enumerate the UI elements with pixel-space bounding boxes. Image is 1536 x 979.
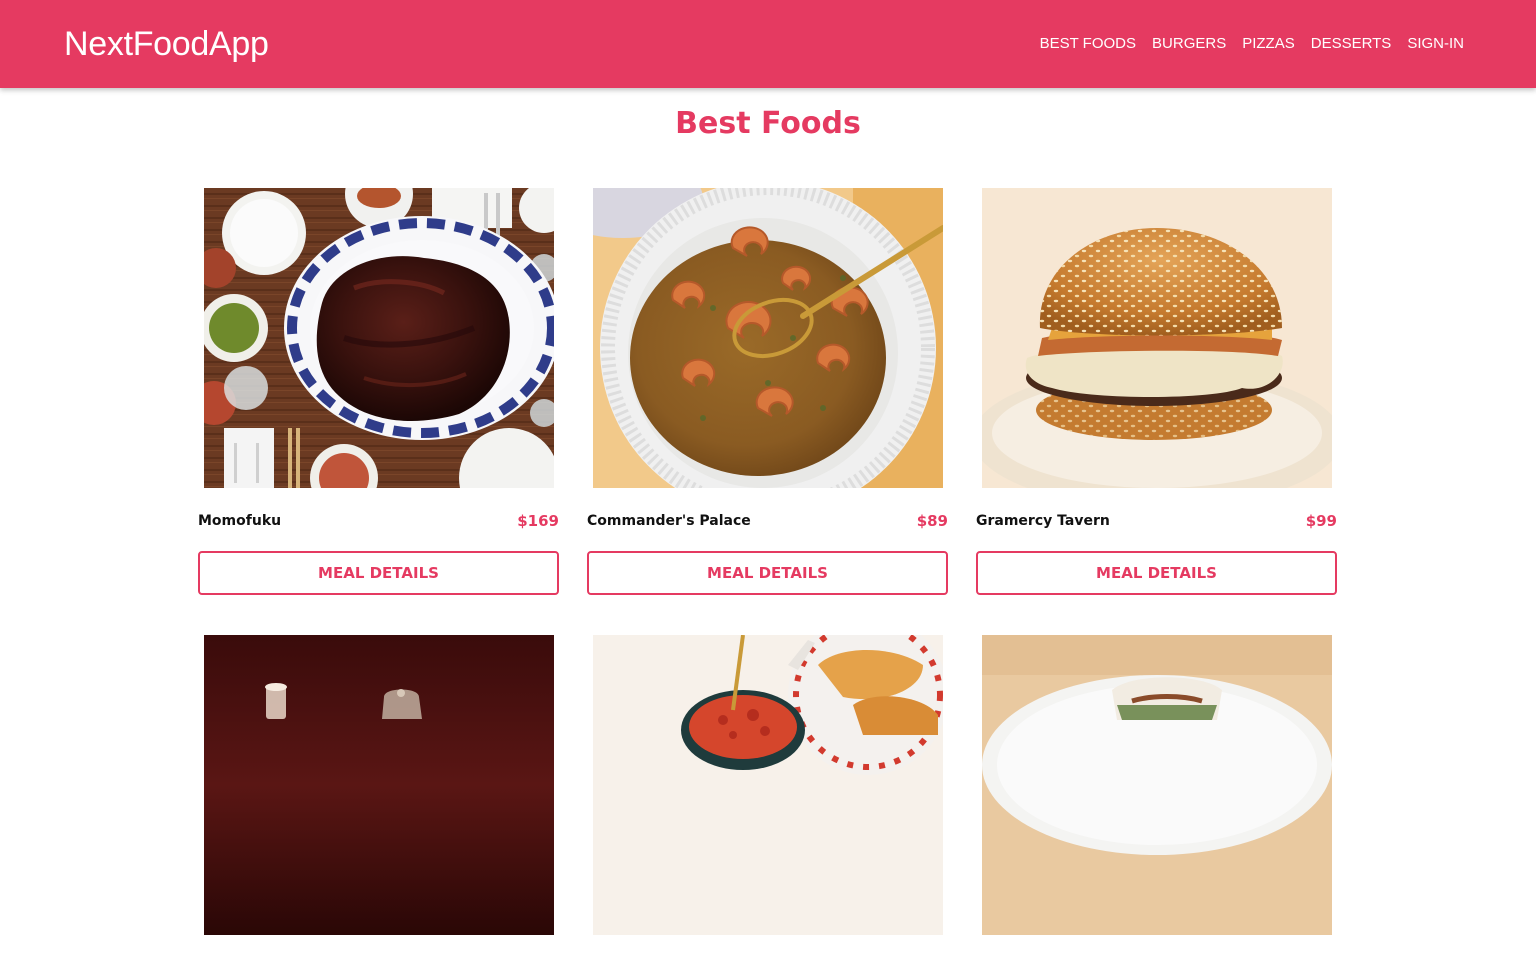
meal-price: $89	[916, 512, 948, 530]
nav-link-sign-in[interactable]: SIGN-IN	[1407, 34, 1464, 54]
meal-details-button-gramercy-tavern[interactable]: MEAL DETAILS	[976, 551, 1337, 595]
meal-info-row	[976, 957, 1337, 979]
nav-link-desserts[interactable]: DESSERTS	[1311, 34, 1392, 54]
bao-bun-photo	[982, 635, 1332, 935]
meal-image-6[interactable]	[982, 635, 1332, 935]
meal-info-row	[198, 957, 559, 979]
cheeseburger-photo	[982, 188, 1332, 488]
meal-card-4	[198, 635, 559, 979]
nav-menu: BEST FOODS BURGERS PIZZAS DESSERTS SIGN-…	[1040, 34, 1464, 54]
meal-price: $169	[517, 512, 559, 530]
meal-card-5	[587, 635, 948, 979]
nav-link-burgers[interactable]: BURGERS	[1152, 34, 1226, 54]
meal-card-momofuku: Momofuku $169 MEAL DETAILS	[198, 188, 559, 595]
salsa-empanadas-photo	[593, 635, 943, 935]
nav-link-pizzas[interactable]: PIZZAS	[1242, 34, 1295, 54]
roasted-pork-photo	[204, 188, 554, 488]
meal-image-momofuku[interactable]	[204, 188, 554, 488]
meal-price: $99	[1305, 512, 1337, 530]
nav-link-best-foods[interactable]: BEST FOODS	[1040, 34, 1136, 54]
meal-details-button-commanders-palace[interactable]: MEAL DETAILS	[587, 551, 948, 595]
meal-details-button-momofuku[interactable]: MEAL DETAILS	[198, 551, 559, 595]
meal-image-4[interactable]	[204, 635, 554, 935]
meal-image-gramercy-tavern[interactable]	[982, 188, 1332, 488]
top-navbar: NextFoodApp BEST FOODS BURGERS PIZZAS DE…	[0, 0, 1536, 88]
page-title: Best Foods	[675, 106, 861, 141]
dark-table-candle-photo	[204, 635, 554, 935]
meal-card-gramercy-tavern: Gramercy Tavern $99 MEAL DETAILS	[976, 188, 1337, 595]
meal-info-row: Gramercy Tavern $99	[976, 510, 1337, 532]
meal-name: Commander's Palace	[587, 513, 751, 529]
meal-card-commanders-palace: Commander's Palace $89 MEAL DETAILS	[587, 188, 948, 595]
meal-image-5[interactable]	[593, 635, 943, 935]
meal-image-commanders-palace[interactable]	[593, 188, 943, 488]
meal-info-row: Momofuku $169	[198, 510, 559, 532]
brand-logo[interactable]: NextFoodApp	[64, 23, 269, 65]
meal-card-6	[976, 635, 1337, 979]
meal-grid: Momofuku $169 MEAL DETAILS Commander's P…	[198, 188, 1338, 979]
shrimp-gumbo-photo	[593, 188, 943, 488]
meal-name: Momofuku	[198, 513, 282, 529]
meal-name: Gramercy Tavern	[976, 513, 1110, 529]
meal-info-row: Commander's Palace $89	[587, 510, 948, 532]
meal-info-row	[587, 957, 948, 979]
